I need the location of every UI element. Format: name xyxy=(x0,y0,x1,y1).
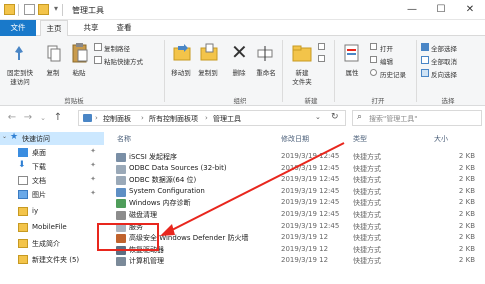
annotation-arrow xyxy=(160,142,345,236)
annotation-arrow-line xyxy=(167,142,345,233)
annotation-arrow-head xyxy=(160,224,175,236)
